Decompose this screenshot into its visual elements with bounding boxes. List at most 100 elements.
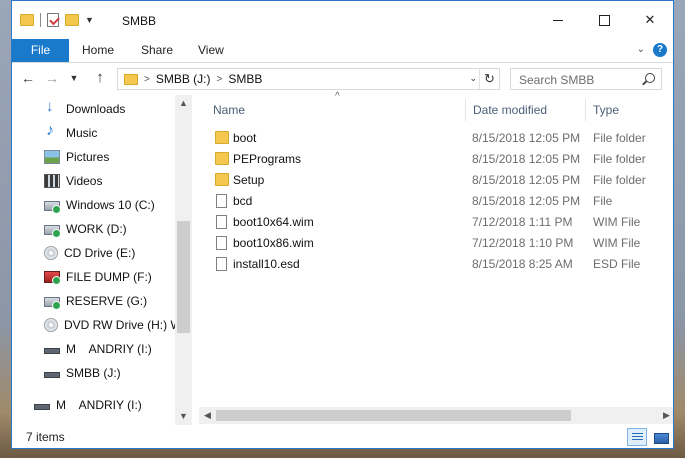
music-icon [44, 122, 60, 140]
nav-item-label: FILE DUMP (F:) [66, 270, 152, 284]
file-type: File [593, 194, 613, 208]
file-name: boot10x86.wim [233, 236, 314, 250]
file-type: ESD File [593, 257, 641, 271]
nav-item-drive-h[interactable]: DVD RW Drive (H:) W [44, 314, 182, 336]
column-header-name[interactable]: Name [213, 99, 245, 121]
address-dropdown-icon[interactable]: ⌄ [469, 73, 477, 84]
forward-arrow-icon[interactable]: → [43, 69, 61, 87]
tab-file[interactable]: File [12, 39, 69, 62]
file-name: Setup [233, 173, 265, 187]
file-name: PEPrograms [233, 152, 302, 166]
details-view-icon[interactable] [627, 428, 647, 446]
file-name: bcd [233, 194, 253, 208]
navigation-pane: Downloads Music Pictures Videos Windows … [12, 95, 192, 425]
tab-share[interactable]: Share [131, 39, 183, 62]
nav-item-drive-j[interactable]: SMBB (J:) [44, 362, 121, 384]
scroll-right-icon[interactable]: ▶ [658, 407, 673, 424]
table-row[interactable]: boot10x64.wim 7/12/2018 1:11 PM WIM File [211, 212, 661, 233]
drive-icon [44, 297, 61, 310]
drive-icon [44, 201, 61, 214]
chevron-right-icon[interactable]: > [217, 74, 223, 85]
videos-icon [44, 174, 60, 188]
nav-pane-scrollbar[interactable]: ▲ ▼ [175, 95, 192, 425]
table-row[interactable]: Setup 8/15/2018 12:05 PM File folder [211, 170, 661, 191]
file-date: 8/15/2018 8:25 AM [472, 257, 573, 271]
customize-toolbar-chevron-icon[interactable]: ▼ [85, 15, 94, 25]
nav-item-label: Music [66, 126, 98, 140]
usb-drive-icon [44, 372, 60, 378]
file-list: ^ Name Date modified Type boot 8/15/2018 … [199, 91, 673, 425]
nav-item-label: SMBB (J:) [66, 366, 121, 380]
nav-item-drive-c[interactable]: Windows 10 (C:) [44, 194, 155, 216]
properties-icon[interactable] [47, 13, 59, 27]
column-header-date[interactable]: Date modified [473, 99, 547, 121]
nav-item-label: Videos [66, 174, 103, 188]
tab-view[interactable]: View [188, 39, 234, 62]
refresh-icon[interactable]: ↻ [479, 69, 499, 89]
nav-item-pictures[interactable]: Pictures [44, 146, 109, 168]
maximize-button[interactable] [581, 1, 627, 39]
file-icon [216, 215, 227, 229]
folder-icon [124, 73, 138, 85]
file-type: File folder [593, 152, 646, 166]
breadcrumb-drive[interactable]: SMBB (J:) [156, 72, 211, 86]
nav-item-videos[interactable]: Videos [44, 170, 102, 192]
nav-item-label: Downloads [66, 102, 126, 116]
file-icon [216, 236, 227, 250]
file-date: 8/15/2018 12:05 PM [472, 194, 581, 208]
tab-home[interactable]: Home [72, 39, 124, 62]
scroll-left-icon[interactable]: ◀ [199, 407, 216, 424]
column-divider[interactable] [465, 99, 466, 121]
nav-item-drive-f[interactable]: FILE DUMP (F:) [44, 266, 152, 288]
file-date: 7/12/2018 1:10 PM [472, 236, 574, 250]
table-row[interactable]: install10.esd 8/15/2018 8:25 AM ESD File [211, 254, 661, 275]
file-icon [216, 194, 227, 208]
table-row[interactable]: boot10x86.wim 7/12/2018 1:10 PM WIM File [211, 233, 661, 254]
table-row[interactable]: boot 8/15/2018 12:05 PM File folder [211, 128, 661, 149]
nav-item-drive-d[interactable]: WORK (D:) [44, 218, 127, 240]
scroll-down-icon[interactable]: ▼ [175, 408, 192, 425]
file-type: File folder [593, 173, 646, 187]
breadcrumb-folder[interactable]: SMBB [228, 72, 262, 86]
new-folder-icon[interactable] [65, 14, 79, 26]
quick-access-toolbar: ▼ [20, 13, 94, 27]
nav-item-label: RESERVE (G:) [66, 294, 148, 308]
up-arrow-icon[interactable]: ↑ [91, 69, 109, 87]
navigation-bar: ← → ▼ ↑ > SMBB (J:) > SMBB ⌄ ↻ Search SM… [12, 63, 673, 95]
nav-item-drive-i-root[interactable]: M ANDRIY (I:) [34, 394, 142, 416]
minimize-button[interactable] [535, 1, 581, 39]
scrollbar-thumb[interactable] [216, 410, 571, 421]
table-row[interactable]: bcd 8/15/2018 12:05 PM File [211, 191, 661, 212]
column-header-type[interactable]: Type [593, 99, 619, 121]
file-name: boot10x64.wim [233, 215, 314, 229]
chevron-right-icon[interactable]: > [144, 74, 150, 85]
scroll-up-icon[interactable]: ▲ [175, 95, 192, 112]
column-divider[interactable] [585, 99, 586, 121]
table-row[interactable]: PEPrograms 8/15/2018 12:05 PM File folder [211, 149, 661, 170]
nav-item-label: Windows 10 (C:) [66, 198, 155, 212]
address-bar[interactable]: > SMBB (J:) > SMBB ⌄ ↻ [117, 68, 500, 90]
search-input[interactable]: Search SMBB [510, 68, 662, 90]
explorer-window: ▼ SMBB File Home Share View ⌄ ? ← → ▼ ↑ … [11, 0, 674, 449]
file-name: install10.esd [233, 257, 300, 271]
scrollbar-thumb[interactable] [177, 221, 190, 333]
nav-item-music[interactable]: Music [44, 122, 97, 144]
expand-ribbon-chevron-icon[interactable]: ⌄ [637, 44, 645, 55]
help-icon[interactable]: ? [653, 43, 667, 57]
file-list-scrollbar[interactable]: ◀ ▶ [199, 407, 673, 424]
back-arrow-icon[interactable]: ← [19, 69, 37, 87]
nav-item-drive-g[interactable]: RESERVE (G:) [44, 290, 147, 312]
large-icons-view-icon[interactable] [650, 428, 670, 446]
close-button[interactable] [627, 1, 673, 39]
nav-item-downloads[interactable]: Downloads [44, 98, 125, 120]
ribbon-tabs: File Home Share View ⌄ ? [12, 39, 673, 63]
window-title: SMBB [122, 14, 157, 28]
nav-item-label: WORK (D:) [66, 222, 127, 236]
recent-locations-chevron-icon[interactable]: ▼ [68, 69, 80, 87]
nav-item-label: M ANDRIY (I:) [66, 342, 152, 356]
sort-ascending-icon: ^ [335, 91, 340, 102]
file-type: File folder [593, 131, 646, 145]
nav-item-drive-i[interactable]: M ANDRIY (I:) [44, 338, 152, 360]
nav-item-drive-e[interactable]: CD Drive (E:) [44, 242, 135, 264]
search-icon[interactable] [645, 73, 655, 83]
